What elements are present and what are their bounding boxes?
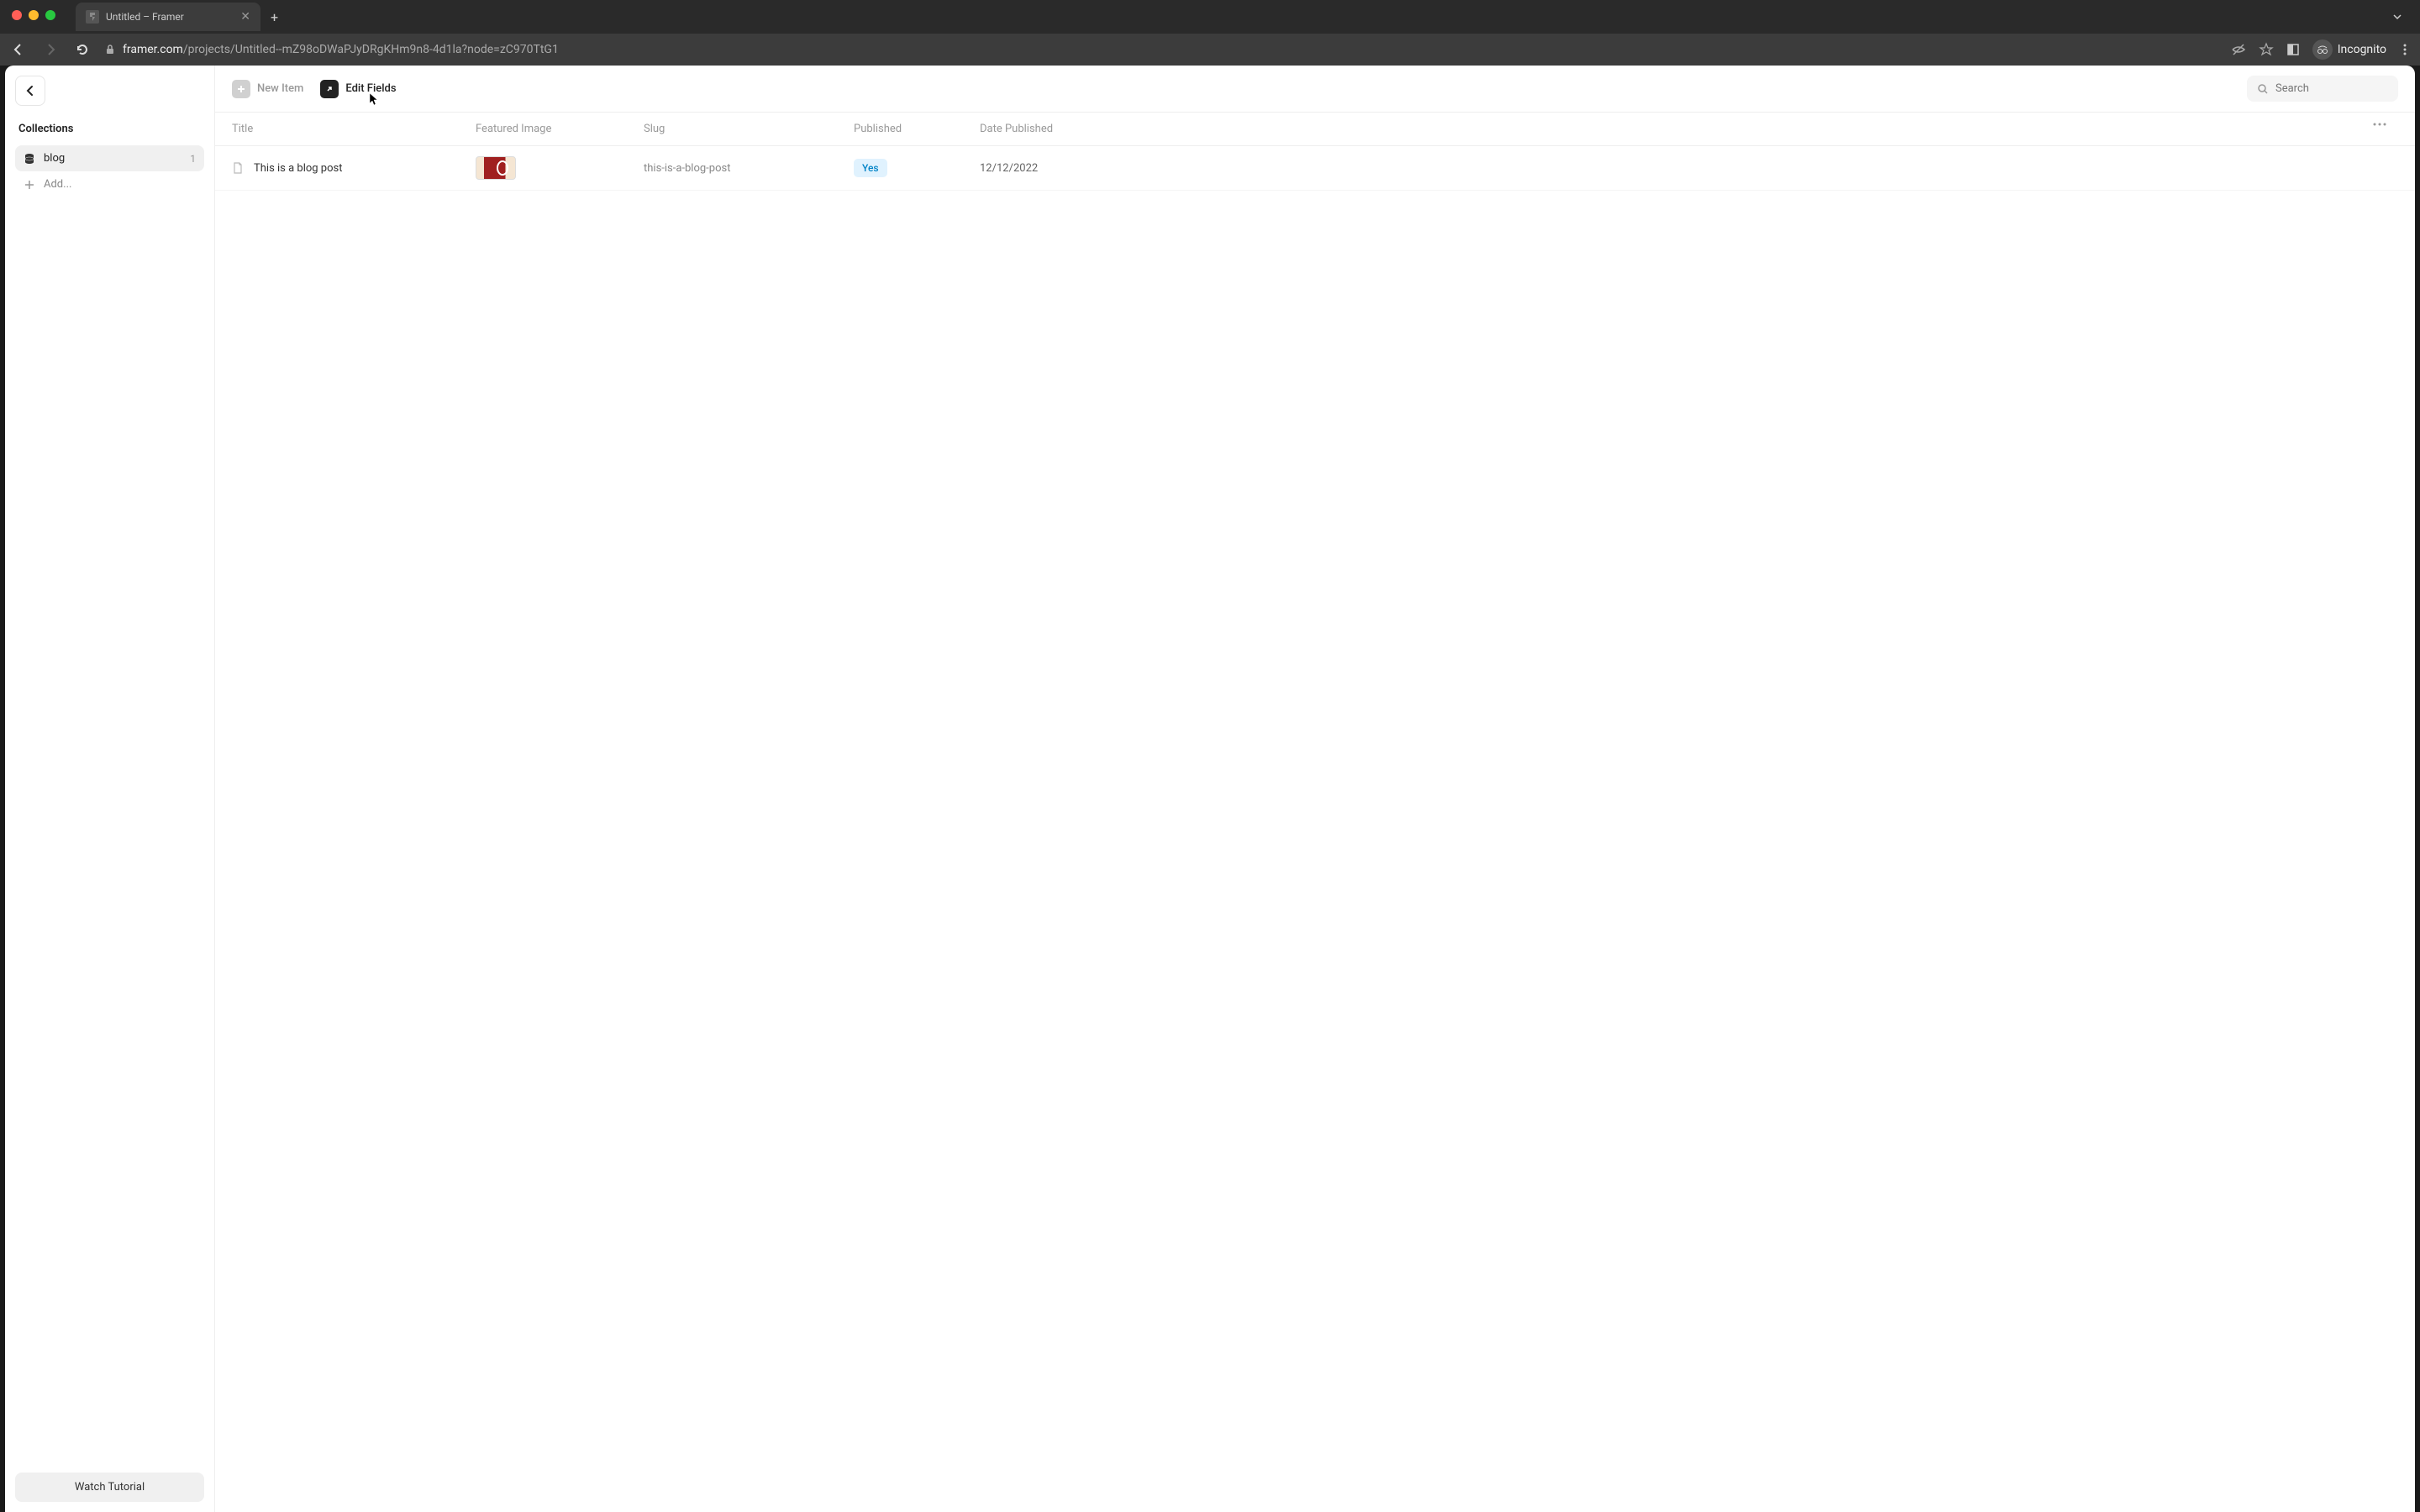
collection-item-blog[interactable]: blog 1 bbox=[15, 145, 204, 171]
edit-fields-label: Edit Fields bbox=[345, 82, 396, 95]
browser-reload-button[interactable] bbox=[72, 39, 92, 60]
new-tab-button[interactable]: + bbox=[271, 9, 278, 25]
url-field[interactable]: framer.com/projects/Untitled--mZ98oDWaPJ… bbox=[104, 43, 2218, 56]
toolbar: New Item Edit Fields bbox=[215, 66, 2415, 112]
incognito-label: Incognito bbox=[2338, 43, 2386, 56]
page-icon bbox=[232, 162, 244, 174]
app: Collections blog 1 Add... Watch Tutorial… bbox=[5, 66, 2415, 1512]
tabs-chevron-icon[interactable] bbox=[2391, 11, 2403, 23]
main: New Item Edit Fields Title Featured Imag… bbox=[215, 66, 2415, 1512]
add-label: Add... bbox=[44, 178, 71, 191]
browser-menu-icon[interactable] bbox=[2398, 43, 2412, 56]
table-header: Title Featured Image Slug Published Date… bbox=[215, 112, 2415, 146]
lock-icon bbox=[104, 44, 116, 55]
column-featured-image[interactable]: Featured Image bbox=[476, 123, 644, 135]
collection-name: blog bbox=[44, 152, 65, 165]
table-row[interactable]: This is a blog post this-is-a-blog-post … bbox=[215, 146, 2415, 191]
new-item-button[interactable]: New Item bbox=[232, 80, 303, 98]
collections-heading: Collections bbox=[15, 123, 204, 135]
plus-icon bbox=[24, 179, 35, 191]
url-domain: framer.com bbox=[123, 43, 183, 56]
url-path: /projects/Untitled--mZ98oDWaPJyDRgKHm9n8… bbox=[183, 43, 559, 56]
row-title: This is a blog post bbox=[254, 162, 342, 175]
bookmark-star-icon[interactable] bbox=[2259, 42, 2274, 57]
column-published[interactable]: Published bbox=[854, 123, 980, 135]
published-badge: Yes bbox=[854, 159, 887, 177]
row-slug: this-is-a-blog-post bbox=[644, 162, 854, 175]
add-collection-button[interactable]: Add... bbox=[15, 171, 204, 197]
featured-image-thumbnail bbox=[476, 156, 516, 180]
browser-forward-button[interactable] bbox=[40, 39, 60, 60]
edit-fields-button[interactable]: Edit Fields bbox=[320, 80, 396, 98]
tab-close-icon[interactable]: ✕ bbox=[240, 10, 250, 24]
new-item-label: New Item bbox=[257, 82, 303, 95]
tab-title: Untitled – Framer bbox=[106, 11, 184, 23]
collection-count: 1 bbox=[190, 153, 196, 165]
browser-chrome: Untitled – Framer ✕ + framer.com/project… bbox=[0, 0, 2420, 66]
search-icon bbox=[2257, 83, 2269, 95]
framer-favicon-icon bbox=[86, 10, 99, 24]
watch-tutorial-button[interactable]: Watch Tutorial bbox=[15, 1473, 204, 1502]
extensions-icon[interactable] bbox=[2286, 42, 2301, 57]
browser-tab[interactable]: Untitled – Framer ✕ bbox=[76, 3, 260, 31]
incognito-icon bbox=[2312, 39, 2333, 60]
row-date: 12/12/2022 bbox=[980, 162, 2373, 175]
sidebar: Collections blog 1 Add... Watch Tutorial bbox=[5, 66, 215, 1512]
window-close-button[interactable] bbox=[12, 10, 22, 20]
window-minimize-button[interactable] bbox=[29, 10, 39, 20]
browser-back-button[interactable] bbox=[8, 39, 29, 60]
search-box[interactable] bbox=[2247, 76, 2398, 102]
eye-off-icon[interactable] bbox=[2230, 41, 2247, 58]
column-date-published[interactable]: Date Published bbox=[980, 123, 2373, 135]
database-icon bbox=[24, 153, 35, 165]
incognito-badge[interactable]: Incognito bbox=[2312, 39, 2386, 60]
arrow-out-icon bbox=[320, 80, 339, 98]
column-title[interactable]: Title bbox=[232, 123, 476, 135]
plus-icon bbox=[232, 80, 250, 98]
column-more-menu[interactable] bbox=[2373, 123, 2398, 135]
back-button[interactable] bbox=[15, 76, 45, 106]
column-slug[interactable]: Slug bbox=[644, 123, 854, 135]
search-input[interactable] bbox=[2275, 82, 2388, 95]
window-maximize-button[interactable] bbox=[45, 10, 55, 20]
